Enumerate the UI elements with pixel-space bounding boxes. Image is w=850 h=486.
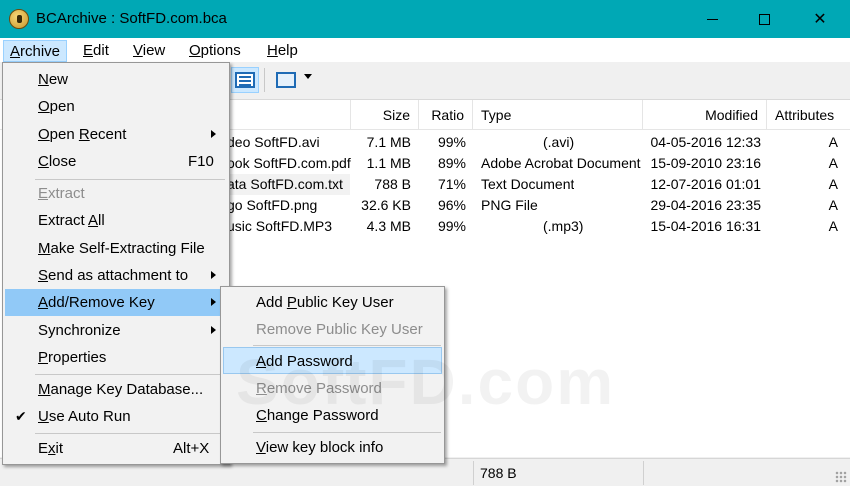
menu-item-remove-password[interactable]: Remove Password: [223, 375, 442, 402]
menu-item-new[interactable]: New: [5, 66, 227, 93]
minimize-button[interactable]: [689, 0, 735, 38]
chevron-down-icon[interactable]: [304, 74, 312, 79]
status-selected-size: 788 B: [473, 461, 643, 485]
column-attributes[interactable]: Attributes: [767, 100, 850, 130]
menu-item-add-public-key-user[interactable]: Add Public Key User: [223, 289, 442, 316]
column-ratio[interactable]: Ratio: [419, 100, 473, 130]
menu-view[interactable]: View: [127, 40, 171, 62]
list-view-icon: [276, 72, 296, 88]
menu-archive[interactable]: Archive: [3, 40, 68, 62]
menu-item-properties[interactable]: Properties: [5, 344, 227, 371]
status-pane-empty: [643, 461, 823, 485]
details-view-button[interactable]: [231, 67, 259, 93]
close-icon: ✕: [813, 11, 827, 28]
minimize-icon: [706, 18, 718, 20]
chevron-right-icon: [211, 130, 216, 138]
app-lock-icon[interactable]: [9, 9, 29, 29]
menu-separator: [253, 432, 441, 433]
menu-item-add-password[interactable]: Add Password: [223, 347, 442, 374]
archive-menu: New Open Open Recent Close F10 Extract E…: [2, 62, 230, 465]
maximize-icon: [758, 13, 770, 25]
column-modified[interactable]: Modified: [643, 100, 767, 130]
menu-item-synchronize[interactable]: Synchronize: [5, 317, 227, 344]
menu-separator: [35, 433, 225, 434]
menu-item-send-attachment[interactable]: Send as attachment to: [5, 262, 227, 289]
title-bar[interactable]: BCArchive : SoftFD.com.bca ✕: [0, 0, 850, 38]
menu-item-open[interactable]: Open: [5, 93, 227, 120]
menu-edit[interactable]: Edit: [77, 40, 115, 62]
menu-item-open-recent[interactable]: Open Recent: [5, 121, 227, 148]
menu-item-extract-all[interactable]: Extract All: [5, 207, 227, 234]
menu-bar: Archive Edit View Options Help: [0, 38, 850, 62]
checkmark-icon: ✔: [15, 408, 27, 424]
key-submenu: Add Public Key User Remove Public Key Us…: [220, 286, 445, 464]
menu-item-make-self-extracting[interactable]: Make Self-Extracting File: [5, 235, 227, 262]
menu-item-close[interactable]: Close F10: [5, 148, 227, 175]
menu-separator: [35, 374, 225, 375]
menu-item-use-auto-run[interactable]: ✔ Use Auto Run: [5, 403, 227, 430]
menu-item-remove-public-key-user[interactable]: Remove Public Key User: [223, 316, 442, 343]
chevron-right-icon: [211, 298, 216, 306]
close-button[interactable]: ✕: [797, 0, 843, 38]
menu-options[interactable]: Options: [183, 40, 247, 62]
menu-item-extract[interactable]: Extract: [5, 180, 227, 207]
menu-item-add-remove-key[interactable]: Add/Remove Key: [5, 289, 227, 316]
bcarchive-window: BCArchive : SoftFD.com.bca ✕ Archive Edi…: [0, 0, 850, 486]
column-size[interactable]: Size: [351, 100, 419, 130]
menu-item-exit[interactable]: Exit Alt+X: [5, 435, 227, 462]
chevron-right-icon: [211, 326, 216, 334]
toolbar-separator: [264, 68, 265, 92]
menu-item-manage-key-database[interactable]: Manage Key Database...: [5, 376, 227, 403]
window-title: BCArchive : SoftFD.com.bca: [36, 10, 227, 27]
column-name[interactable]: [225, 100, 351, 130]
details-view-icon: [235, 72, 255, 88]
menu-item-view-key-block-info[interactable]: View key block info: [223, 434, 442, 461]
menu-item-change-password[interactable]: Change Password: [223, 402, 442, 429]
menu-help[interactable]: Help: [261, 40, 304, 62]
maximize-button[interactable]: [741, 0, 787, 38]
resize-grip[interactable]: [835, 471, 847, 483]
menu-separator: [253, 345, 441, 346]
chevron-right-icon: [211, 271, 216, 279]
column-type[interactable]: Type: [473, 100, 643, 130]
view-mode-button[interactable]: [272, 67, 300, 93]
